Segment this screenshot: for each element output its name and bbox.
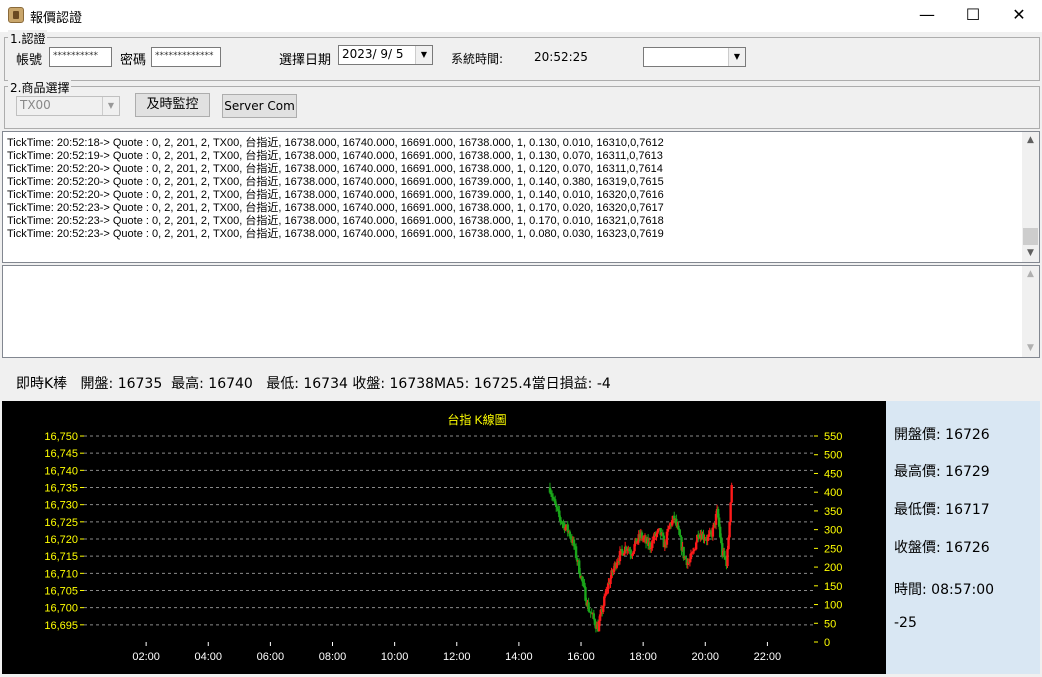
candle-body [723, 550, 726, 557]
kbar-info: 即時K棒 開盤: 16735 最高: 16740 最低: 16734 收盤: 1… [16, 376, 611, 392]
y2-tick-label: 450 [824, 468, 842, 480]
y-tick-label: 16,695 [44, 620, 78, 632]
y2-tick-label: 400 [824, 487, 842, 499]
candle-body [666, 529, 670, 532]
x-tick-label: 06:00 [257, 651, 285, 663]
open-price: 開盤價: 16726 [894, 427, 990, 443]
bar-time: 時間: 08:57:00 [894, 582, 995, 598]
kline-chart-svg: 台指 K線圖 16,750 16,745 16,740 16,735 16,730 16,7… [44, 412, 842, 663]
y2-tick-label: 300 [824, 525, 842, 537]
scroll-up-icon[interactable]: ▲ [1022, 266, 1039, 283]
product-value: TX00 [20, 98, 51, 112]
y-tick-label: 16,725 [44, 517, 78, 529]
x-tick-label: 20:00 [692, 651, 720, 663]
y2-tick-label: 100 [824, 600, 842, 612]
y2-tick-label: 150 [824, 581, 842, 593]
auth-group-title: 1.認證 [8, 30, 48, 47]
quote-log-list[interactable]: TickTime: 20:52:18-> Quote : 0, 2, 201, … [2, 131, 1040, 263]
message-list[interactable]: ▲ ▼ [2, 265, 1040, 358]
close-button[interactable]: ✕ [996, 0, 1042, 32]
y2-tick-label: 250 [824, 543, 842, 555]
y-tick-label: 16,710 [44, 568, 78, 580]
message-scrollbar[interactable]: ▲ ▼ [1022, 266, 1039, 357]
log-line: TickTime: 20:52:23-> Quote : 0, 2, 201, … [7, 228, 664, 240]
realtime-monitor-button[interactable]: 及時監控 [135, 93, 210, 117]
account-input[interactable]: ********** [49, 47, 112, 67]
product-group-title: 2.商品選擇 [8, 79, 72, 96]
low-price: 最低價: 16717 [894, 502, 990, 518]
x-tick-label: 22:00 [754, 651, 782, 663]
extra-select[interactable]: ▼ [643, 47, 746, 67]
pnl-value: -25 [894, 615, 917, 631]
scroll-up-icon[interactable]: ▲ [1022, 132, 1039, 149]
bar-detail-panel: 開盤價: 16726 最高價: 16729 最低價: 16717 收盤價: 16… [886, 401, 1040, 674]
server-com-button[interactable]: Server Com [222, 94, 297, 118]
y-tick-label: 16,715 [44, 551, 78, 563]
window-title: 報價認證 [30, 11, 83, 26]
log-scrollbar[interactable]: ▲ ▼ [1022, 132, 1039, 262]
system-time-value: 20:52:25 [534, 50, 588, 64]
y-tick-label: 16,735 [44, 483, 78, 495]
kline-chart[interactable]: 台指 K線圖 16,750 16,745 16,740 16,735 16,730 16,7… [2, 401, 886, 674]
y-tick-label: 16,740 [44, 465, 78, 477]
password-input[interactable]: ************* [151, 47, 221, 67]
chevron-down-icon[interactable]: ▼ [728, 48, 745, 66]
high-price: 最高價: 16729 [894, 464, 990, 480]
close-price: 收盤價: 16726 [894, 540, 990, 556]
candle-body [694, 542, 698, 550]
x-tick-label: 16:00 [567, 651, 595, 663]
x-tick-label: 02:00 [132, 651, 160, 663]
y2-tick-label: 500 [824, 450, 842, 462]
y-tick-label: 16,730 [44, 500, 78, 512]
y-tick-label: 16,750 [44, 431, 78, 443]
candle-body [726, 549, 729, 567]
date-label: 選擇日期 [279, 53, 332, 68]
title-bar: 報價認證 — ☐ ✕ [0, 0, 1042, 32]
x-tick-label: 08:00 [319, 651, 347, 663]
scroll-down-icon[interactable]: ▼ [1022, 340, 1039, 357]
y2-tick-label: 200 [824, 562, 842, 574]
x-tick-label: 12:00 [443, 651, 471, 663]
candle-body [714, 514, 718, 525]
y2-tick-label: 350 [824, 506, 842, 518]
scroll-down-icon[interactable]: ▼ [1022, 245, 1039, 262]
chevron-down-icon[interactable]: ▼ [102, 97, 119, 115]
system-time-label: 系統時間: [451, 52, 504, 66]
account-label: 帳號 [16, 53, 43, 68]
y-tick-label: 16,700 [44, 603, 78, 615]
candle-body [730, 485, 733, 503]
minimize-button[interactable]: — [904, 0, 950, 32]
y2-tick-label: 0 [824, 637, 830, 649]
y-tick-label: 16,720 [44, 534, 78, 546]
y2-tick-label: 50 [824, 618, 836, 630]
scroll-thumb[interactable] [1023, 228, 1038, 245]
date-value: 2023/ 9/ 5 [342, 47, 404, 61]
candle-body [711, 527, 715, 537]
x-tick-label: 10:00 [381, 651, 409, 663]
chevron-down-icon[interactable]: ▼ [415, 46, 432, 64]
x-tick-label: 18:00 [629, 651, 657, 663]
x-tick-label: 04:00 [194, 651, 222, 663]
chart-title: 台指 K線圖 [447, 412, 506, 427]
password-label: 密碼 [120, 53, 147, 68]
y2-tick-label: 550 [824, 431, 842, 443]
date-picker[interactable]: 2023/ 9/ 5 ▼ [338, 45, 433, 65]
y-tick-label: 16,745 [44, 448, 78, 460]
x-tick-label: 14:00 [505, 651, 533, 663]
candle-body [689, 553, 693, 560]
product-select[interactable]: TX00 ▼ [16, 96, 120, 116]
maximize-button[interactable]: ☐ [950, 0, 996, 32]
y-tick-label: 16,705 [44, 586, 78, 598]
candle-body [729, 502, 732, 523]
app-icon [8, 7, 24, 23]
